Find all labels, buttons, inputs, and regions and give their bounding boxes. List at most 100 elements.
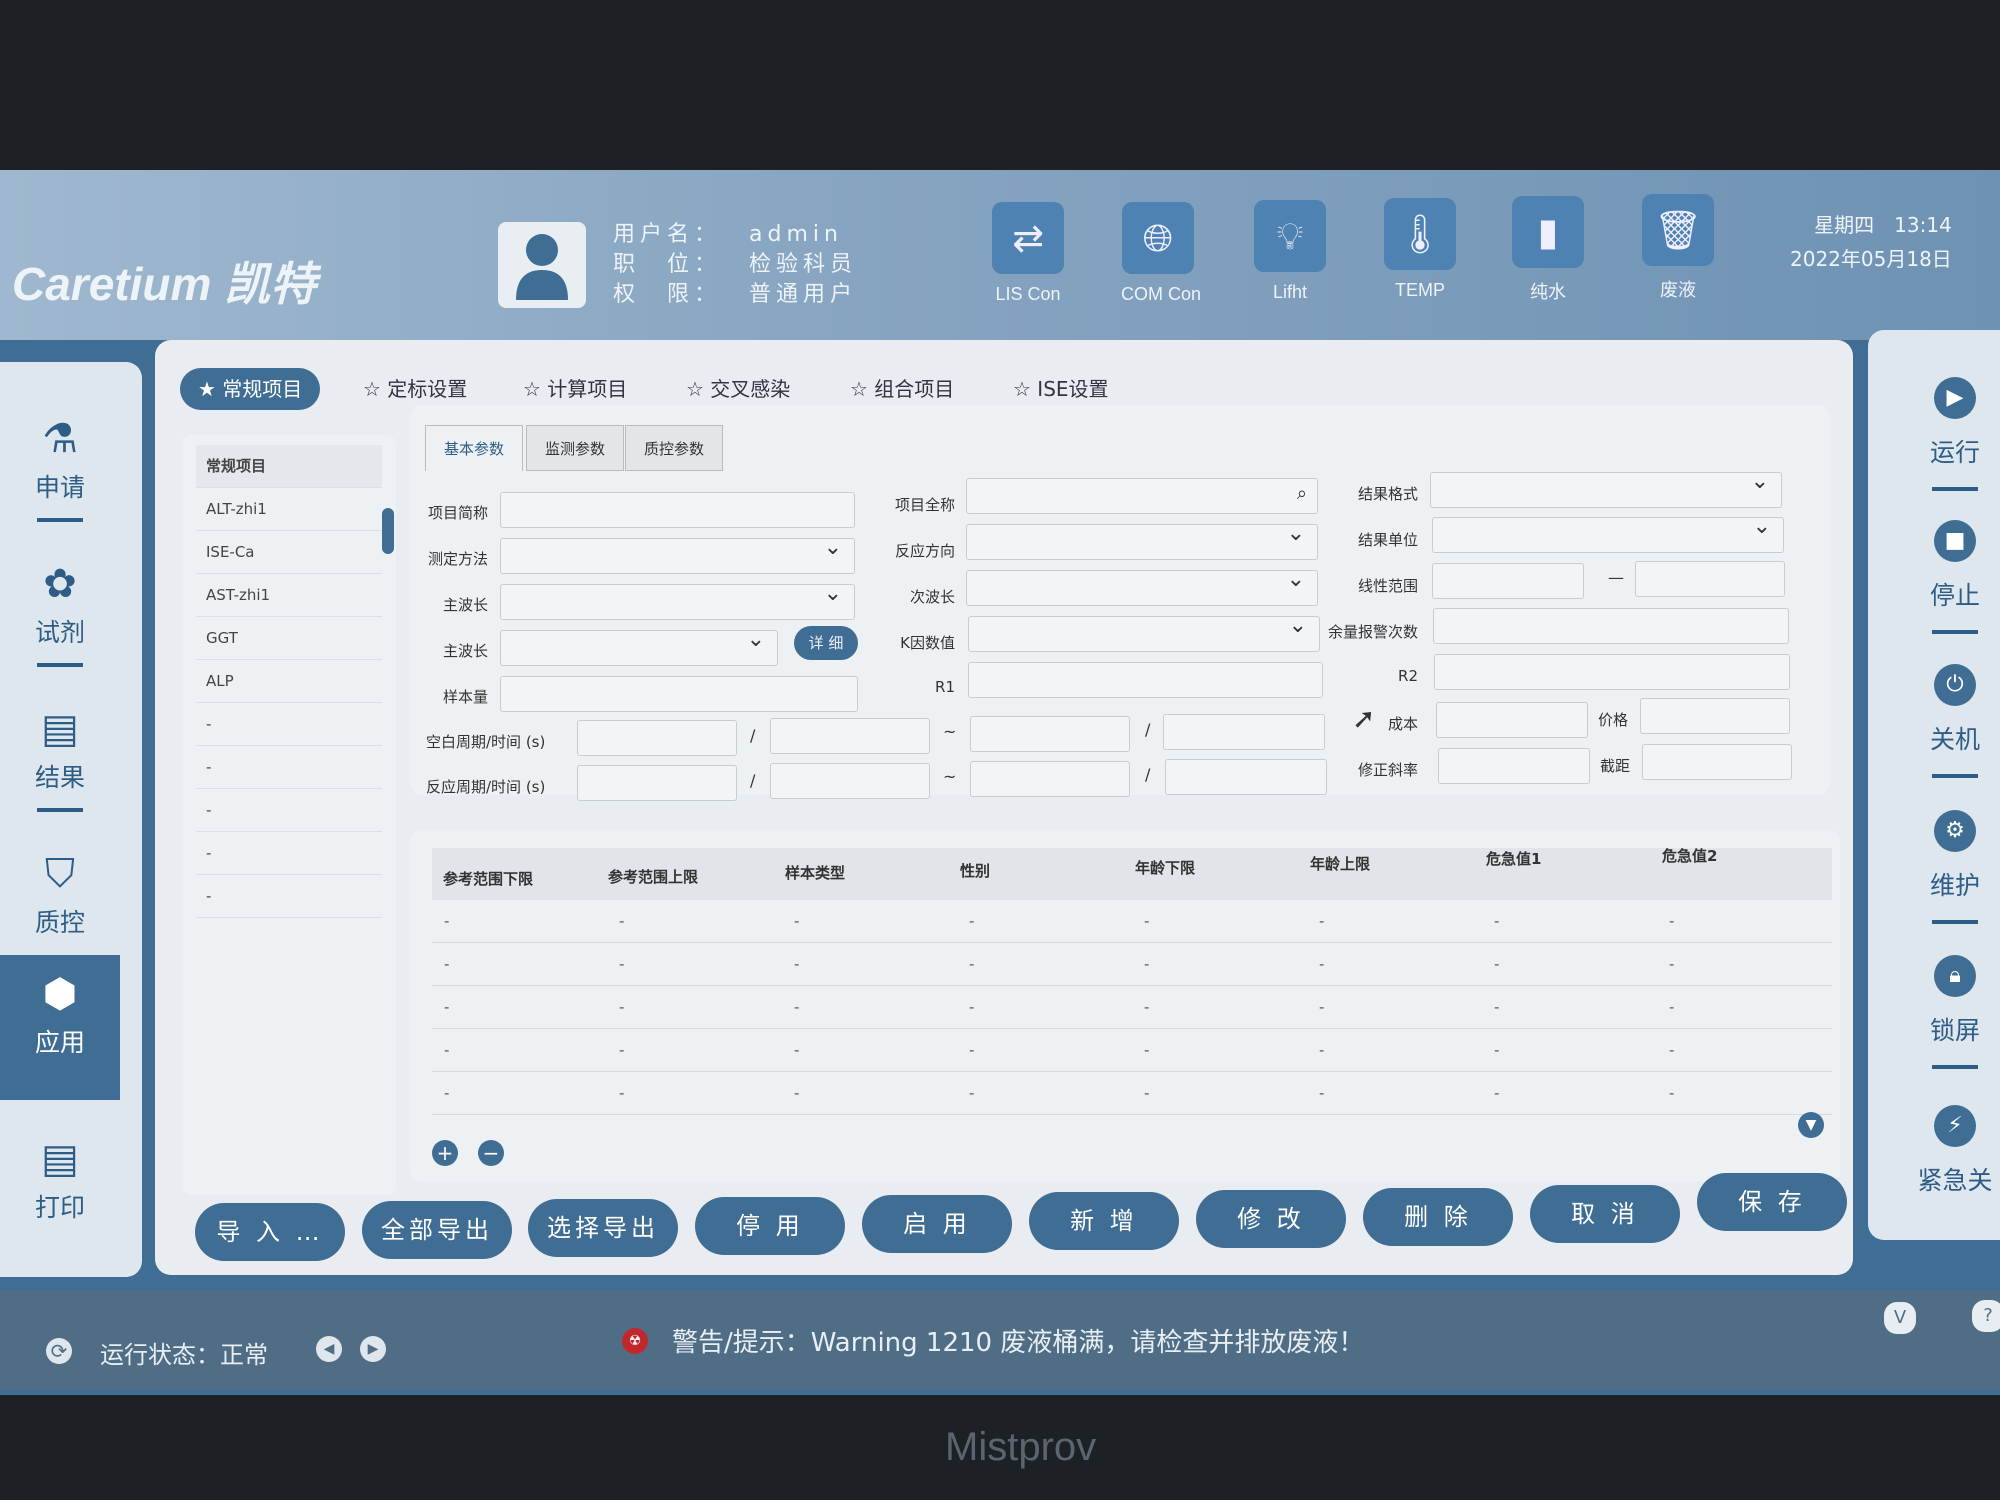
delete-button[interactable]: 删 除 bbox=[1363, 1188, 1513, 1246]
tab-calibration[interactable]: ☆ 定标设置 bbox=[345, 368, 485, 410]
refresh-icon[interactable]: ⟳ bbox=[46, 1338, 72, 1364]
result-unit-select[interactable] bbox=[1432, 514, 1784, 553]
blank-time-end[interactable] bbox=[1163, 714, 1325, 750]
main-wave-select[interactable] bbox=[500, 581, 855, 620]
light-button[interactable]: 💡︎ Lifht bbox=[1253, 200, 1327, 303]
disable-button[interactable]: 停 用 bbox=[695, 1197, 845, 1255]
blank-period-end[interactable] bbox=[970, 716, 1130, 752]
nav-application[interactable]: ⬢ 应用 bbox=[0, 955, 120, 1100]
table-cell: - bbox=[794, 955, 800, 973]
subtab-monitor[interactable]: 监测参数 bbox=[526, 425, 625, 471]
cost-input[interactable] bbox=[1436, 702, 1588, 738]
linear-range-max[interactable] bbox=[1635, 561, 1785, 597]
com-con-button[interactable]: 🌐︎ COM Con bbox=[1121, 202, 1201, 305]
reaction-period-end[interactable] bbox=[970, 761, 1130, 797]
prev-icon[interactable]: ◀ bbox=[316, 1336, 342, 1362]
datetime: 星期四 13:14 2022年05月18日 bbox=[1790, 208, 1952, 276]
tab-ise[interactable]: ☆ ISE设置 bbox=[995, 368, 1127, 410]
blank-time-start[interactable] bbox=[770, 718, 930, 754]
list-item[interactable]: ALP bbox=[196, 660, 382, 703]
stop-button[interactable]: ■ 停止 bbox=[1885, 520, 2000, 634]
table-row[interactable]: -------- bbox=[432, 1029, 1832, 1072]
short-name-input[interactable] bbox=[500, 492, 855, 528]
blank-period-start[interactable] bbox=[577, 720, 737, 756]
subtab-basic[interactable]: 基本参数 bbox=[425, 425, 524, 471]
subtab-qc[interactable]: 质控参数 bbox=[625, 425, 724, 471]
main-wave-2-select[interactable] bbox=[500, 627, 778, 666]
import-button[interactable]: 导 入 … bbox=[195, 1203, 345, 1261]
nav-apply[interactable]: ⚗ 申请 bbox=[0, 400, 120, 540]
list-item[interactable]: - bbox=[196, 875, 382, 918]
list-item[interactable]: ISE-Ca bbox=[196, 531, 382, 574]
k-factor-select[interactable] bbox=[968, 613, 1320, 652]
export-selected-button[interactable]: 选择导出 … bbox=[528, 1199, 678, 1300]
run-button[interactable]: ▶ 运行 bbox=[1885, 377, 2000, 491]
save-button[interactable]: 保 存 bbox=[1697, 1173, 1847, 1231]
slope-input[interactable] bbox=[1438, 748, 1590, 784]
list-item[interactable]: - bbox=[196, 746, 382, 789]
reaction-direction-select[interactable] bbox=[966, 521, 1318, 560]
r1-input[interactable] bbox=[968, 662, 1323, 698]
lock-screen-button[interactable]: 🔒︎ 锁屏 bbox=[1885, 955, 2000, 1069]
table-row[interactable]: -------- bbox=[432, 1072, 1832, 1115]
sub-wave-select[interactable] bbox=[966, 567, 1318, 606]
table-row[interactable]: -------- bbox=[432, 943, 1832, 986]
lis-con-button[interactable]: ⇄ LIS Con bbox=[991, 202, 1065, 305]
shutdown-button[interactable]: ⏻ 关机 bbox=[1885, 664, 2000, 778]
mouse-cursor-icon: ➚ bbox=[1352, 702, 1376, 735]
list-item[interactable]: GGT bbox=[196, 617, 382, 660]
table-cell: - bbox=[794, 998, 800, 1016]
nav-print[interactable]: ▤ 打印 bbox=[0, 1120, 120, 1260]
shutdown-label: 关机 bbox=[1929, 725, 1980, 754]
tab-routine[interactable]: ★ 常规项目 bbox=[180, 368, 321, 410]
version-button[interactable]: V bbox=[1884, 1302, 1916, 1334]
weekday-time: 星期四 13:14 bbox=[1814, 213, 1952, 237]
list-item[interactable]: - bbox=[196, 832, 382, 875]
linear-range-min[interactable] bbox=[1432, 563, 1584, 599]
intercept-input[interactable] bbox=[1642, 744, 1792, 780]
enable-button[interactable]: 启 用 bbox=[862, 1195, 1012, 1253]
pure-water-button[interactable]: ▮ 纯水 bbox=[1511, 196, 1585, 304]
maintenance-button[interactable]: ⚙ 维护 bbox=[1885, 810, 2000, 924]
remain-alarm-input[interactable] bbox=[1433, 608, 1789, 644]
help-button[interactable]: ? bbox=[1972, 1300, 2000, 1332]
next-icon[interactable]: ▶ bbox=[360, 1336, 386, 1362]
cancel-button[interactable]: 取 消 bbox=[1530, 1185, 1680, 1243]
list-item[interactable]: - bbox=[196, 789, 382, 832]
reaction-time-end[interactable] bbox=[1165, 759, 1327, 795]
emergency-stop-button[interactable]: ⚡ 紧急关 bbox=[1885, 1105, 2000, 1197]
full-name-input[interactable]: ⌕ bbox=[966, 478, 1318, 514]
list-item[interactable]: ALT-zhi1 bbox=[196, 488, 382, 531]
search-icon[interactable]: ⌕ bbox=[1297, 483, 1307, 504]
waste-button[interactable]: 🗑︎ 废液 bbox=[1641, 194, 1715, 302]
table-row[interactable]: -------- bbox=[432, 986, 1832, 1029]
r2-input[interactable] bbox=[1434, 654, 1790, 690]
reaction-time-start[interactable] bbox=[770, 763, 930, 799]
result-format-select[interactable] bbox=[1430, 469, 1782, 508]
price-input[interactable] bbox=[1640, 698, 1790, 734]
tab-calculation[interactable]: ☆ 计算项目 bbox=[505, 368, 645, 410]
tab-combination[interactable]: ☆ 组合项目 bbox=[832, 368, 972, 410]
method-select[interactable] bbox=[500, 535, 855, 574]
nav-result[interactable]: ▤ 结果 bbox=[0, 690, 120, 830]
edit-button[interactable]: 修 改 bbox=[1196, 1190, 1346, 1248]
remove-row-icon[interactable]: − bbox=[478, 1140, 504, 1166]
sample-volume-input[interactable] bbox=[500, 676, 858, 712]
table-row[interactable]: -------- bbox=[432, 900, 1832, 943]
nav-qc[interactable]: ⛉ 质控 bbox=[0, 835, 120, 975]
add-button[interactable]: 新 增 bbox=[1029, 1192, 1179, 1250]
label-reaction-period: 反应周期/时间 (s) bbox=[426, 778, 546, 796]
table-cell: - bbox=[1144, 1041, 1150, 1059]
table-cell: - bbox=[1144, 1084, 1150, 1102]
reaction-period-start[interactable] bbox=[577, 765, 737, 801]
scroll-down-icon[interactable]: ▼ bbox=[1798, 1112, 1824, 1138]
list-item[interactable]: - bbox=[196, 703, 382, 746]
result-search-icon: ▤ bbox=[41, 706, 79, 752]
table-cell: - bbox=[619, 955, 625, 973]
tab-cross-infection[interactable]: ☆ 交叉感染 bbox=[668, 368, 808, 410]
export-all-button[interactable]: 全部导出 … bbox=[362, 1201, 512, 1302]
nav-reagent[interactable]: ✿ 试剂 bbox=[0, 545, 120, 685]
add-row-icon[interactable]: + bbox=[432, 1140, 458, 1166]
temp-button[interactable]: 🌡︎ TEMP bbox=[1383, 198, 1457, 301]
list-item[interactable]: AST-zhi1 bbox=[196, 574, 382, 617]
